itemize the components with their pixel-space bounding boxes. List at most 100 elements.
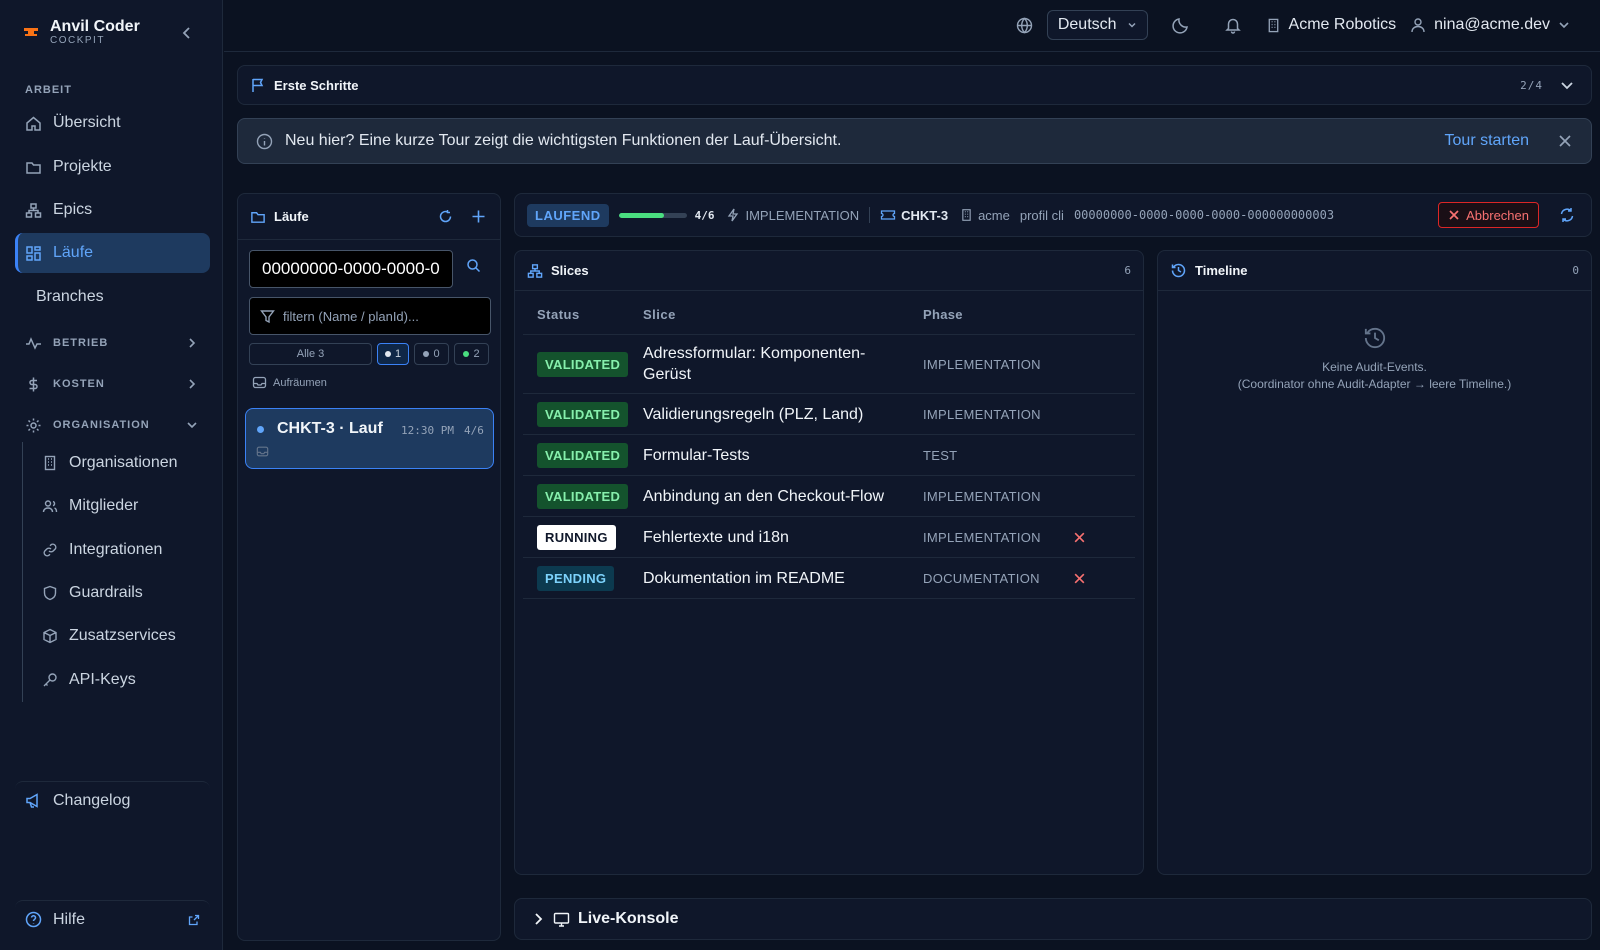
sidebar-group-kosten[interactable]: KOSTEN [15,367,210,401]
sidebar-item-label: API-Keys [69,671,136,688]
refresh-icon[interactable] [1559,207,1575,223]
folder-icon [250,209,266,225]
plus-icon[interactable] [471,209,486,224]
dollar-icon [25,376,42,393]
ticket-link[interactable]: CHKT-3 [880,208,948,223]
abort-button[interactable]: Abbrechen [1438,202,1539,228]
sidebar-item-addons[interactable]: Zusatzservices [32,617,210,655]
sidebar-item-api-keys[interactable]: API-Keys [32,661,210,699]
sidebar-group-organisation[interactable]: ORGANISATION [15,408,210,442]
user-menu[interactable]: nina@acme.dev [1410,16,1570,34]
slice-phase: TEST [923,447,958,463]
sidebar-group-betrieb[interactable]: BETRIEB [15,326,210,360]
changelog-link[interactable]: Changelog [15,781,210,819]
history-icon [1170,262,1187,279]
run-search-input[interactable] [249,250,453,288]
status-badge: VALIDATED [537,483,629,509]
sidebar-item-label: Branches [36,288,104,305]
chip-pending[interactable]: 0 [414,343,449,365]
chevron-down-icon[interactable] [1559,77,1575,93]
cancel-slice-button[interactable] [1073,531,1123,544]
sidebar-item-epics[interactable]: Epics [15,190,210,230]
language-select[interactable]: Deutsch [1046,10,1148,40]
collapse-sidebar-icon[interactable] [180,26,194,40]
status-dot [257,426,264,433]
run-filter-field[interactable]: filtern (Name / planId)... [249,297,491,335]
group-label: ORGANISATION [53,419,150,431]
sidebar-item-label: Mitglieder [69,497,139,514]
sidebar-item-branches[interactable]: Branches [15,277,210,317]
close-icon[interactable] [1557,133,1573,149]
table-row[interactable]: VALIDATED Adressformular: Komponenten-Ger… [523,335,1135,394]
refresh-icon[interactable] [438,209,453,224]
building-icon [1266,18,1281,33]
sidebar-item-runs[interactable]: Läufe [15,233,210,273]
slice-name: Dokumentation im README [643,569,845,587]
help-link[interactable]: Hilfe [15,900,210,938]
table-row[interactable]: VALIDATED Formular-Tests TEST [523,435,1135,476]
help-label: Hilfe [53,910,86,928]
status-cell: RUNNING [523,524,643,550]
table-row[interactable]: PENDING Dokumentation im README DOCUMENTAT… [523,558,1135,599]
chevron-right-icon [531,912,545,926]
changelog-label: Changelog [53,791,131,809]
sidebar-item-guardrails[interactable]: Guardrails [32,574,210,612]
chip-label: 0 [433,348,440,360]
table-row[interactable]: VALIDATED Validierungsregeln (PLZ, Land) I… [523,394,1135,435]
sidebar-item-integrations[interactable]: Integrationen [32,531,210,569]
slices-table: Status Slice Phase VALIDATED Adressformul… [523,295,1135,599]
table-row[interactable]: RUNNING Fehlertexte und i18n IMPLEMENTATIO… [523,517,1135,558]
moon-icon[interactable] [1162,16,1200,34]
flag-icon [250,77,266,93]
language-value: Deutsch [1057,16,1117,33]
link-icon [42,542,58,558]
status-badge: VALIDATED [537,351,629,377]
sidebar-item-projects[interactable]: Projekte [15,147,210,187]
chip-label: 2 [473,348,480,360]
slices-title: Slices [551,263,589,278]
org-indicator: acme [960,208,1010,223]
getting-started-bar[interactable]: Erste Schritte 2/4 [237,65,1592,105]
cleanup-button[interactable]: Aufräumen [252,375,327,390]
chip-all[interactable]: Alle 3 [249,343,372,365]
sidebar-item-organisations[interactable]: Organisationen [32,444,210,482]
chip-done[interactable]: 2 [454,343,489,365]
organization-switcher[interactable]: Acme Robotics [1266,16,1396,34]
dot-icon [384,351,391,357]
live-console-toggle[interactable]: Live-Konsole [514,898,1592,940]
brand[interactable]: Anvil Coder COCKPIT [22,18,140,46]
run-progress-bar [618,212,687,218]
sidebar-item-members[interactable]: Mitglieder [32,487,210,525]
building-icon [42,455,58,471]
monitor-icon [553,911,570,928]
run-list-item[interactable]: CHKT-3 · Lauf 12:30 PM 4/6 [245,408,494,469]
sidebar-item-label: Projekte [53,158,112,175]
search-icon[interactable] [466,258,481,273]
chevron-right-icon [186,337,198,349]
lightning-icon [726,208,740,222]
bell-icon[interactable] [1214,16,1252,34]
sidebar-item-overview[interactable]: Übersicht [15,103,210,143]
status-cell: PENDING [523,565,643,591]
anvil-logo-icon [22,23,40,41]
status-badge: RUNNING [537,524,616,550]
chip-running[interactable]: 1 [377,343,409,365]
home-icon [25,115,42,132]
history-icon [1158,325,1591,351]
run-name: CHKT-3 · Lauf [277,420,383,437]
start-tour-button[interactable]: Tour starten [1445,132,1529,150]
slice-phase: IMPLEMENTATION [923,406,1041,422]
shield-icon [42,585,58,601]
chevron-down-icon [186,419,198,431]
inbox-icon [252,375,267,390]
sidebar-item-label: Übersicht [53,114,121,131]
filter-icon [260,309,275,324]
phase-label: IMPLEMENTATION [745,207,860,223]
status-badge: PENDING [537,565,615,591]
ticket-icon [880,208,896,222]
gear-icon [25,417,42,434]
slice-name: Fehlertexte und i18n [643,528,789,546]
cancel-slice-button[interactable] [1073,572,1123,585]
key-icon [42,672,58,688]
table-row[interactable]: VALIDATED Anbindung an den Checkout-Flow I… [523,476,1135,517]
